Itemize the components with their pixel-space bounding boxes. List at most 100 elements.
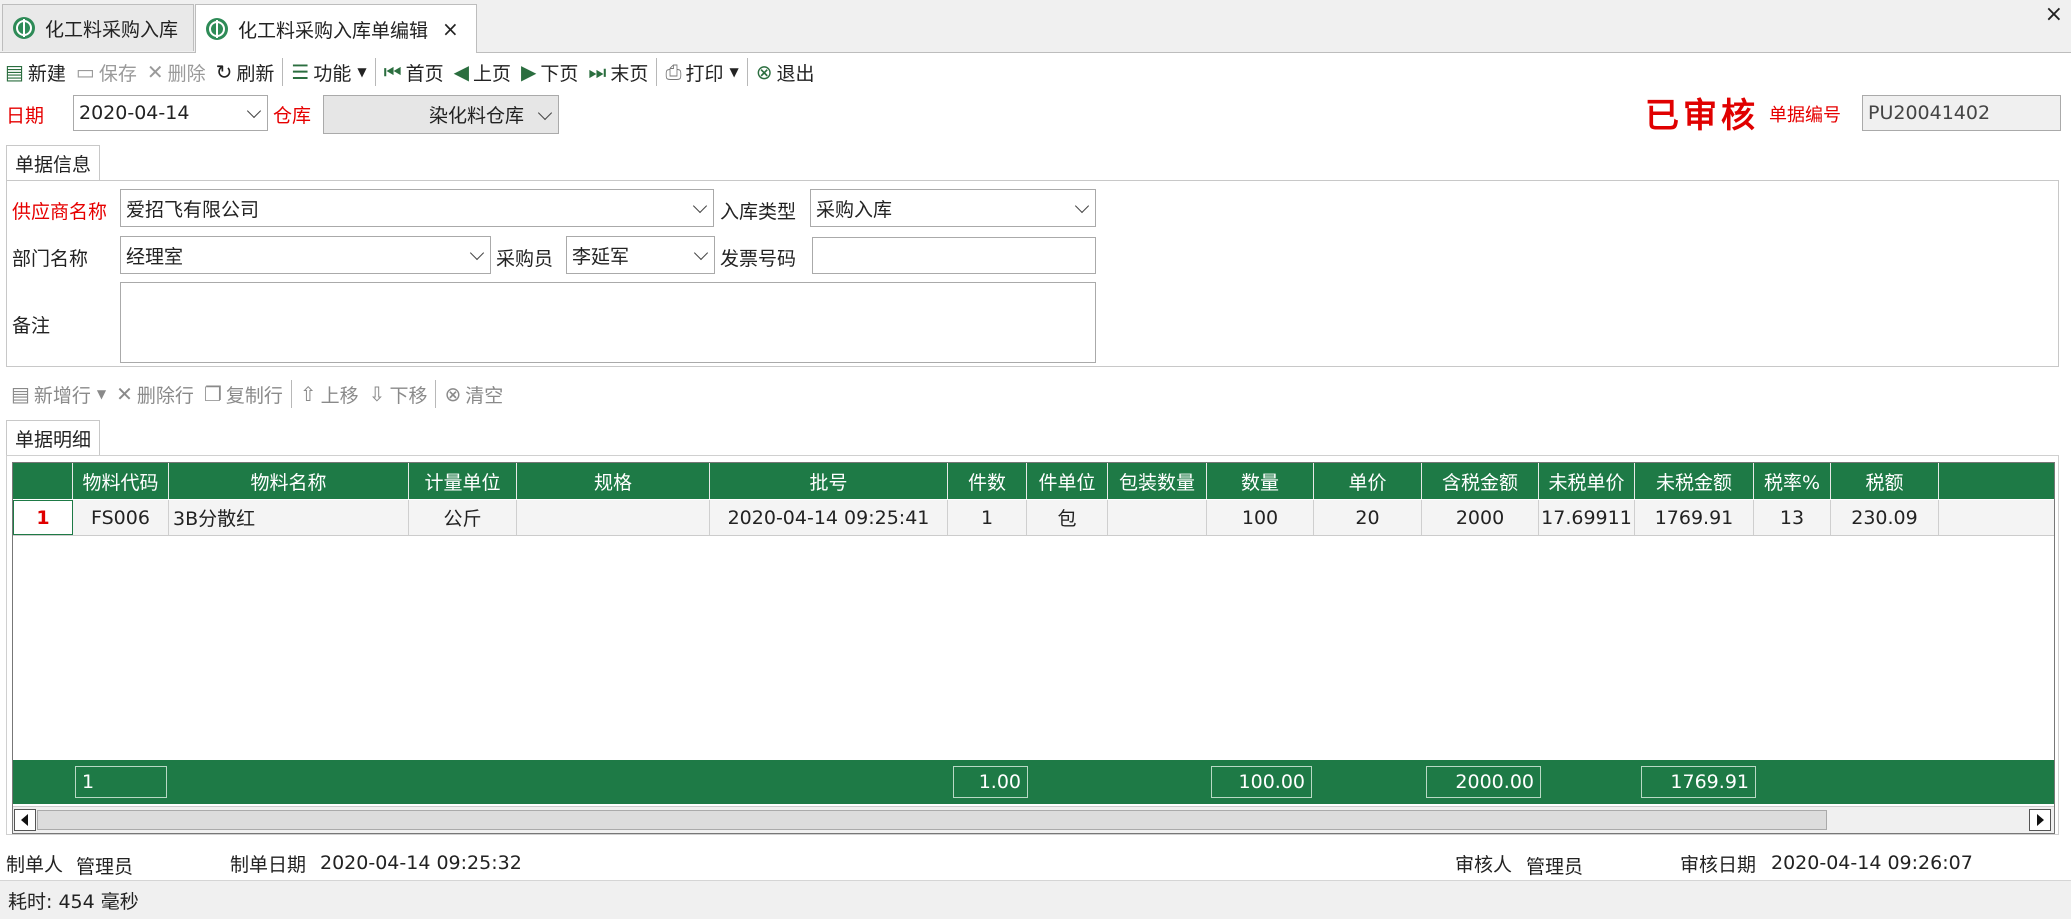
cell-tax-rate[interactable]: 13 bbox=[1754, 500, 1831, 535]
auditor-value: 管理员 bbox=[1526, 856, 1584, 878]
supplier-label: 供应商名称 bbox=[12, 201, 108, 223]
save-icon: ▭ bbox=[75, 60, 95, 84]
make-date-value: 2020-04-14 09:25:32 bbox=[320, 852, 522, 874]
cell-qty[interactable]: 100 bbox=[1207, 500, 1314, 535]
last-page-icon: ⏭ bbox=[588, 60, 607, 84]
move-up-button[interactable]: ⇧ 上移 bbox=[295, 377, 364, 411]
next-page-button[interactable]: ▶ 下页 bbox=[516, 55, 583, 89]
cell-pieces[interactable]: 1 bbox=[948, 500, 1027, 535]
scroll-right-button[interactable] bbox=[2029, 809, 2051, 831]
column-header[interactable]: 未税金额 bbox=[1635, 463, 1754, 499]
dept-select[interactable]: 经理室 bbox=[120, 236, 491, 274]
column-header[interactable]: 规格 bbox=[517, 463, 710, 499]
globe-icon bbox=[13, 17, 35, 39]
cell-price[interactable]: 20 bbox=[1314, 500, 1422, 535]
cell-batch[interactable]: 2020-04-14 09:25:41 bbox=[710, 500, 948, 535]
cell-net-amount[interactable]: 1769.91 bbox=[1635, 500, 1754, 535]
cell-piece-unit[interactable]: 包 bbox=[1027, 500, 1108, 535]
column-header[interactable]: 单价 bbox=[1314, 463, 1422, 499]
cell-pack-qty[interactable] bbox=[1108, 500, 1207, 535]
warehouse-label: 仓库 bbox=[273, 105, 312, 127]
cell-tax-amount[interactable]: 2000 bbox=[1422, 500, 1539, 535]
new-button[interactable]: ▤ 新建 bbox=[0, 55, 71, 89]
close-icon[interactable]: × bbox=[442, 17, 459, 41]
scroll-right-icon bbox=[2037, 814, 2044, 826]
copy-row-button[interactable]: ❐ 复制行 bbox=[199, 377, 288, 411]
move-down-icon: ⇩ bbox=[368, 382, 386, 406]
cell-spec[interactable] bbox=[517, 500, 710, 535]
next-page-icon: ▶ bbox=[521, 60, 537, 84]
row-indicator-header bbox=[13, 463, 73, 499]
dept-label: 部门名称 bbox=[12, 248, 89, 270]
status-bar: 耗时: 454 毫秒 bbox=[0, 880, 2071, 919]
first-label: 首页 bbox=[405, 62, 444, 85]
column-header[interactable]: 数量 bbox=[1207, 463, 1314, 499]
print-button[interactable]: ⎙ 打印 ▼ bbox=[660, 55, 743, 89]
cell-tax[interactable]: 230.09 bbox=[1831, 500, 1939, 535]
last-page-button[interactable]: ⏭ 末页 bbox=[583, 55, 653, 89]
tab-doc-info[interactable]: 单据信息 bbox=[6, 145, 101, 181]
cell-net-price[interactable]: 17.69911 bbox=[1539, 500, 1635, 535]
toolbar-separator bbox=[746, 58, 748, 86]
row-index[interactable]: 1 bbox=[13, 500, 73, 535]
move-down-button[interactable]: ⇩ 下移 bbox=[364, 377, 433, 411]
warehouse-select[interactable]: 染化料仓库 bbox=[323, 95, 559, 134]
add-row-button[interactable]: ▤ 新增行 ▼ bbox=[6, 377, 111, 411]
column-header[interactable]: 件数 bbox=[948, 463, 1027, 499]
supplier-select[interactable]: 爱招飞有限公司 bbox=[120, 189, 714, 227]
summary-net-amount: 1769.91 bbox=[1641, 766, 1756, 798]
doc-no-field[interactable]: PU20041402 bbox=[1862, 95, 2061, 131]
cell-code[interactable]: FS006 bbox=[73, 500, 169, 535]
delete-button[interactable]: ✕ 删除 bbox=[142, 55, 211, 89]
clear-label: 清空 bbox=[465, 384, 504, 407]
refresh-label: 刷新 bbox=[236, 62, 275, 85]
clear-button[interactable]: ⊗ 清空 bbox=[439, 377, 508, 411]
column-header[interactable]: 税率% bbox=[1754, 463, 1831, 499]
warehouse-value: 染化料仓库 bbox=[428, 105, 524, 127]
scroll-left-button[interactable] bbox=[14, 809, 36, 831]
column-header[interactable]: 件单位 bbox=[1027, 463, 1108, 499]
delete-row-button[interactable]: ✕ 删除行 bbox=[111, 377, 199, 411]
in-type-select[interactable]: 采购入库 bbox=[810, 189, 1096, 227]
summary-tax-amount: 2000.00 bbox=[1426, 766, 1541, 798]
column-header[interactable]: 计量单位 bbox=[409, 463, 517, 499]
exit-button[interactable]: ⊗ 退出 bbox=[751, 55, 820, 89]
column-header[interactable]: 批号 bbox=[710, 463, 948, 499]
toolbar-separator bbox=[656, 58, 658, 86]
cell-unit[interactable]: 公斤 bbox=[409, 500, 517, 535]
column-header[interactable]: 税额 bbox=[1831, 463, 1939, 499]
scrollbar-thumb[interactable] bbox=[37, 810, 1827, 830]
prev-page-button[interactable]: ◀ 上页 bbox=[449, 55, 516, 89]
column-header[interactable]: 含税金额 bbox=[1422, 463, 1539, 499]
main-toolbar: ▤ 新建 ▭ 保存 ✕ 删除 ↻ 刷新 ☰ 功能 ▼ ⏮ 首页 ◀ 上页 ▶ 下… bbox=[0, 53, 2071, 91]
buyer-label: 采购员 bbox=[496, 248, 554, 270]
cell-name[interactable]: 3B分散红 bbox=[169, 500, 409, 535]
next-label: 下页 bbox=[540, 62, 579, 85]
save-button[interactable]: ▭ 保存 bbox=[71, 55, 142, 89]
function-menu-button[interactable]: ☰ 功能 ▼ bbox=[286, 55, 371, 89]
tab-purchase-edit[interactable]: 化工料采购入库单编辑 × bbox=[195, 4, 477, 53]
column-header[interactable]: 未税单价 bbox=[1539, 463, 1635, 499]
tab-doc-detail[interactable]: 单据明细 bbox=[6, 420, 101, 456]
buyer-select[interactable]: 李延军 bbox=[566, 236, 715, 274]
horizontal-scrollbar[interactable] bbox=[13, 806, 2054, 833]
list-icon: ☰ bbox=[291, 60, 310, 84]
grid-summary-row: 1 1.00 100.00 2000.00 1769.91 bbox=[13, 760, 2054, 804]
column-header[interactable]: 物料代码 bbox=[73, 463, 169, 499]
column-header[interactable]: 包装数量 bbox=[1108, 463, 1207, 499]
invoice-input[interactable] bbox=[812, 237, 1096, 274]
remark-textarea[interactable] bbox=[120, 282, 1096, 363]
delete-row-icon: ✕ bbox=[116, 382, 133, 406]
date-picker[interactable]: 2020-04-14 bbox=[73, 95, 268, 131]
delete-icon: ✕ bbox=[146, 60, 164, 84]
refresh-button[interactable]: ↻ 刷新 bbox=[211, 55, 280, 89]
column-header[interactable]: 物料名称 bbox=[169, 463, 409, 499]
maker-value: 管理员 bbox=[76, 856, 134, 878]
doc-no-label: 单据编号 bbox=[1769, 105, 1841, 126]
window-close-icon[interactable]: × bbox=[2045, 2, 2063, 27]
first-page-button[interactable]: ⏮ 首页 bbox=[379, 55, 449, 89]
clear-icon: ⊗ bbox=[444, 382, 462, 406]
table-row[interactable]: 1 FS006 3B分散红 公斤 2020-04-14 09:25:41 1 包… bbox=[13, 500, 2054, 536]
tab-purchase-list[interactable]: 化工料采购入库 bbox=[2, 4, 194, 51]
new-label: 新建 bbox=[27, 62, 66, 85]
